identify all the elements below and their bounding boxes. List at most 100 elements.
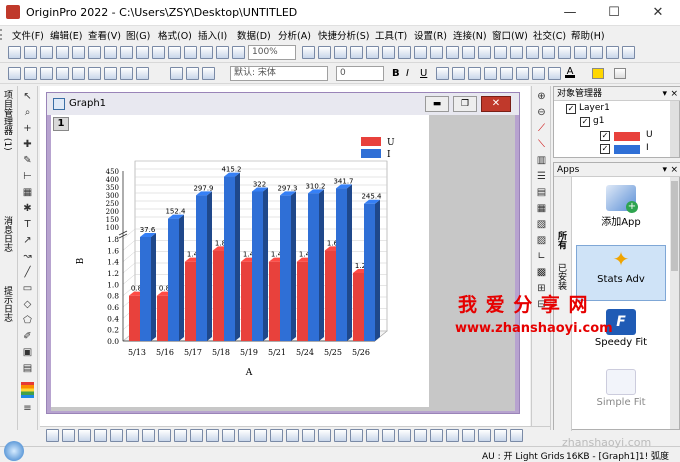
menu-view[interactable]: 查看(V): [88, 28, 121, 42]
group-checkbox[interactable]: ✓: [580, 117, 590, 127]
rescale-x-icon[interactable]: ⟋: [535, 122, 548, 135]
plot-type-icon[interactable]: [94, 429, 107, 442]
line-tool-icon[interactable]: ╱: [21, 266, 34, 279]
learning-center-icon[interactable]: [526, 46, 539, 59]
menu-format[interactable]: 格式(O): [158, 28, 192, 42]
graph-title-bar[interactable]: Graph1 ▬ ❐ ✕: [47, 93, 519, 115]
pin-icon[interactable]: ▾: [662, 87, 667, 101]
text-tool-icon[interactable]: T: [21, 218, 34, 231]
plot-type-icon[interactable]: [350, 429, 363, 442]
set-column-values-icon[interactable]: [88, 67, 101, 80]
plot-type-icon[interactable]: [62, 429, 75, 442]
worksheet-icon[interactable]: [8, 67, 21, 80]
add-column-icon[interactable]: [24, 67, 37, 80]
rescale-y-icon[interactable]: ⟍: [535, 138, 548, 151]
object-manager-icon[interactable]: [478, 46, 491, 59]
zoom-select[interactable]: 100%: [248, 45, 296, 60]
plot-type-icon[interactable]: [110, 429, 123, 442]
graph-close-button[interactable]: ✕: [481, 96, 511, 112]
align-center-icon[interactable]: [532, 67, 545, 80]
app-stats-adv[interactable]: ✦ Stats Adv: [576, 245, 666, 301]
tab-messages-log[interactable]: 消息日志: [2, 216, 14, 276]
axis-icon[interactable]: ∟: [535, 250, 548, 263]
plot-type-icon[interactable]: [78, 429, 91, 442]
open-template-icon[interactable]: [152, 46, 165, 59]
decrease-font-icon[interactable]: [500, 67, 513, 80]
app-simple-fit[interactable]: Simple Fit: [576, 369, 666, 408]
layer-management-icon[interactable]: [494, 46, 507, 59]
results-log-icon[interactable]: [430, 46, 443, 59]
smart-hint-icon[interactable]: [574, 46, 587, 59]
column-stats-icon[interactable]: [40, 67, 53, 80]
date-time-icon[interactable]: ▧: [535, 218, 548, 231]
plot-type-icon[interactable]: [142, 429, 155, 442]
new-project-icon[interactable]: [8, 46, 21, 59]
plot-type-icon[interactable]: [510, 429, 523, 442]
panel-close-icon[interactable]: ×: [670, 87, 678, 101]
plot-type-icon[interactable]: [286, 429, 299, 442]
scale-bar-icon[interactable]: ▦: [535, 202, 548, 215]
plot-type-icon[interactable]: [126, 429, 139, 442]
fill-color-icon[interactable]: [592, 68, 604, 79]
plot-type-icon[interactable]: [478, 429, 491, 442]
polygon-tool-icon[interactable]: ⬠: [21, 314, 34, 327]
menu-analysis[interactable]: 分析(A): [278, 28, 311, 42]
table-icon[interactable]: ▩: [535, 266, 548, 279]
new-notes-icon[interactable]: [72, 46, 85, 59]
new-function-icon[interactable]: [88, 46, 101, 59]
open-excel-icon[interactable]: [168, 46, 181, 59]
color-scale-icon[interactable]: ▤: [535, 186, 548, 199]
menu-social[interactable]: 社交(C): [533, 28, 566, 42]
plot-type-icon[interactable]: [462, 429, 475, 442]
fill-icon[interactable]: [104, 67, 117, 80]
apps-pin-icon[interactable]: ▾: [662, 163, 667, 177]
filter-icon[interactable]: [136, 67, 149, 80]
tab-smart-hint-log[interactable]: 提示日志: [2, 286, 14, 346]
pointer-tool-icon[interactable]: ↖: [21, 90, 34, 103]
layer-badge[interactable]: 1: [53, 117, 69, 131]
align-left-icon[interactable]: [516, 67, 529, 80]
zoom-in-icon[interactable]: ⊕: [535, 90, 548, 103]
rectangle-tool-icon[interactable]: ▭: [21, 282, 34, 295]
superscript-icon[interactable]: [436, 67, 449, 80]
menu-window[interactable]: 窗口(W): [492, 28, 528, 42]
search-icon[interactable]: [4, 441, 24, 461]
import-wizard-icon[interactable]: [366, 46, 379, 59]
code-builder-icon[interactable]: [398, 46, 411, 59]
apps-scrollbar[interactable]: [670, 177, 679, 429]
message-icon[interactable]: [558, 46, 571, 59]
graph-window[interactable]: Graph1 ▬ ❐ ✕ 0.0 0.2 0.4 0.6 0.8 1.0 1.2 1.4 1.6…: [46, 92, 520, 414]
plot-type-icon[interactable]: [270, 429, 283, 442]
plot-type-icon[interactable]: [382, 429, 395, 442]
duplicate-icon[interactable]: [302, 46, 315, 59]
insert-graph-icon[interactable]: ▣: [21, 346, 34, 359]
add-layer-icon[interactable]: ▥: [535, 154, 548, 167]
new-workbook-icon[interactable]: [24, 46, 37, 59]
tab-project-explorer[interactable]: 项目管理器 (1): [2, 90, 14, 200]
menu-file[interactable]: 文件(F): [12, 28, 44, 42]
plot-type-icon[interactable]: [318, 429, 331, 442]
greek-icon[interactable]: [468, 67, 481, 80]
freehand-tool-icon[interactable]: ✐: [21, 330, 34, 343]
screen-reader-icon[interactable]: +: [21, 122, 34, 135]
plot-type-icon[interactable]: [222, 429, 235, 442]
menu-data[interactable]: 数据(D): [237, 28, 271, 42]
cut-icon[interactable]: [170, 67, 183, 80]
new-legend-icon[interactable]: ☰: [535, 170, 548, 183]
font-size-select[interactable]: 0: [336, 66, 384, 81]
italic-button[interactable]: I: [406, 68, 409, 79]
underline-button[interactable]: U: [420, 68, 427, 79]
close-button[interactable]: ✕: [636, 0, 680, 26]
tab-all-apps[interactable]: 所有: [556, 231, 568, 257]
apps-icon[interactable]: [510, 46, 523, 59]
plot-type-icon[interactable]: [302, 429, 315, 442]
share-icon[interactable]: [622, 46, 635, 59]
menu-tools[interactable]: 工具(T): [375, 28, 407, 42]
graph-minimize-button[interactable]: ▬: [425, 96, 449, 112]
zoom-tool-icon[interactable]: ⌕: [21, 106, 34, 119]
font-select[interactable]: 默认: 宋体: [230, 66, 328, 81]
plot-type-icon[interactable]: [254, 429, 267, 442]
layer-info-icon[interactable]: ▨: [535, 234, 548, 247]
menu-insert[interactable]: 插入(I): [198, 28, 227, 42]
plot-i-checkbox[interactable]: ✓: [600, 144, 610, 154]
